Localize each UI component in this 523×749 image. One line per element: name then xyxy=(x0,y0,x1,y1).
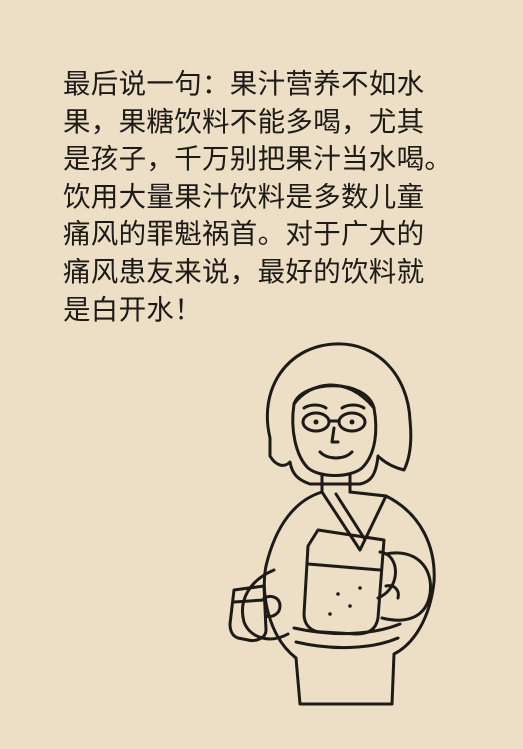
hair-bangs xyxy=(292,383,376,410)
paragraph-line: 最后说一句：果汁营养不如水 xyxy=(63,68,425,100)
woman-pouring-juice-icon xyxy=(228,342,436,706)
paragraph-line: 是孩子，千万别把果汁当水喝。 xyxy=(63,143,453,176)
article-paragraph: 最后说一句：果汁营养不如水 果，果糖饮料不能多喝，尤其 是孩子，千万别把果汁当水… xyxy=(63,66,483,329)
page: 最后说一句：果汁营养不如水 果，果糖饮料不能多喝，尤其 是孩子，千万别把果汁当水… xyxy=(0,0,523,749)
paragraph-line: 痛风患友来说，最好的饮料就 xyxy=(63,255,425,288)
pitcher-liquid-line xyxy=(306,562,382,572)
body-outline xyxy=(262,490,436,706)
smile xyxy=(318,450,354,460)
cup-outline xyxy=(228,584,268,642)
paragraph-line: 果，果糖饮料不能多喝，尤其 xyxy=(63,105,425,138)
hair-outline xyxy=(265,342,413,486)
paragraph-line: 饮用大量果汁饮料是多数儿童 xyxy=(63,180,425,213)
pitcher-outline xyxy=(302,528,386,636)
paragraph-line: 痛风的罪魁祸首。对于广大的 xyxy=(63,218,425,251)
